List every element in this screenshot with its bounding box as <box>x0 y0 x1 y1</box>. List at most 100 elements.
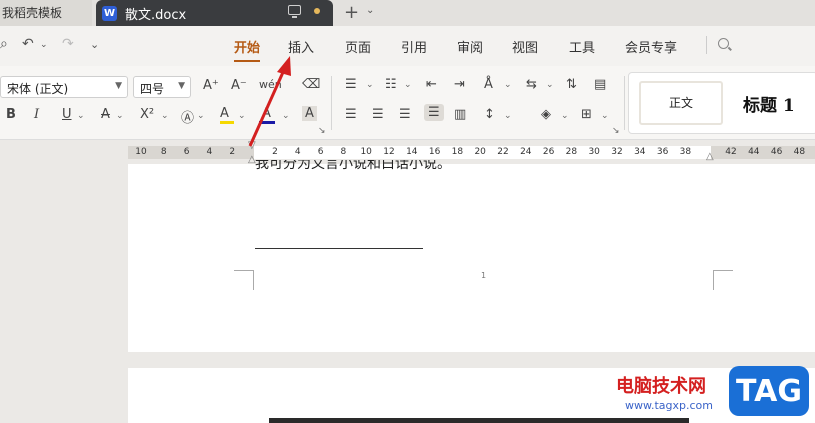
text-effect-icon[interactable]: Ⓐ <box>181 107 194 126</box>
ruler-number: 44 <box>748 147 760 157</box>
ruler-number: 10 <box>135 147 147 157</box>
increase-indent-icon[interactable]: ⇥ <box>454 77 465 92</box>
paragraph-dialog-launcher-icon[interactable]: ↘ <box>612 126 620 136</box>
show-marks-icon[interactable]: ▤ <box>594 77 606 92</box>
ruler-number: 6 <box>317 147 324 157</box>
decrease-indent-icon[interactable]: ⇤ <box>426 77 437 92</box>
ribbon-tab-row: ⌕ ↶ ⌄ ↷ ⌄ 开始 插入 页面 引用 审阅 视图 工具 会员专享 <box>0 26 815 66</box>
ruler-number: 2 <box>229 147 236 157</box>
style-gallery: 正文 标题 1 <box>628 72 815 134</box>
borders-chevron-icon[interactable]: ⌄ <box>601 111 609 121</box>
highlight-icon[interactable]: A <box>220 106 229 121</box>
font-name-select[interactable]: 宋体 (正文) ▼ <box>0 76 128 98</box>
ruler-number: 10 <box>360 147 372 157</box>
font-color-bar <box>259 121 275 124</box>
tab-insert[interactable]: 插入 <box>288 37 314 56</box>
font-size-value: 四号 <box>140 82 165 96</box>
tab-document-title: 散文.docx <box>125 7 187 23</box>
font-dialog-launcher-icon[interactable]: ↘ <box>318 126 326 136</box>
clear-format-icon[interactable]: ⌫ <box>302 77 320 92</box>
undo-chevron-icon[interactable]: ⌄ <box>40 40 48 50</box>
numbered-list-icon[interactable]: ☷ <box>385 77 397 92</box>
highlight-chevron-icon[interactable]: ⌄ <box>238 111 246 121</box>
borders-icon[interactable]: ⊞ <box>581 107 592 122</box>
text-direction-icon[interactable]: ⇆ <box>526 77 537 92</box>
ruler-number: 32 <box>611 147 623 157</box>
ruler-number: 34 <box>634 147 646 157</box>
tab-review[interactable]: 审阅 <box>457 37 483 56</box>
superscript-button[interactable]: X² <box>140 107 154 122</box>
font-size-select[interactable]: 四号 ▼ <box>133 76 191 98</box>
numbered-list-chevron-icon[interactable]: ⌄ <box>404 80 412 90</box>
font-color-icon[interactable]: A <box>262 106 271 121</box>
sort-icon[interactable]: ⇅ <box>566 77 577 92</box>
char-shading-icon[interactable]: A <box>302 106 317 121</box>
chevron-down-icon: ▼ <box>115 81 122 91</box>
ruler-number: 4 <box>294 147 301 157</box>
undo-icon[interactable]: ↶ <box>22 36 34 52</box>
active-tab-underline <box>234 60 260 62</box>
justify-icon[interactable]: ☰ <box>424 104 444 121</box>
tab-tools[interactable]: 工具 <box>569 37 595 56</box>
shading-chevron-icon[interactable]: ⌄ <box>561 111 569 121</box>
new-tab-plus-icon[interactable]: + <box>344 2 359 23</box>
shading-icon[interactable]: ◈ <box>541 107 551 122</box>
right-indent-marker-icon[interactable]: △ <box>706 151 714 162</box>
tab-home[interactable]: 开始 <box>234 37 260 56</box>
tab-view[interactable]: 视图 <box>512 37 538 56</box>
increase-font-size-icon[interactable]: A⁺ <box>203 78 219 93</box>
tab-references[interactable]: 引用 <box>401 37 427 56</box>
tab-page[interactable]: 页面 <box>345 37 371 56</box>
divider <box>624 76 625 130</box>
strikethrough-button[interactable]: A <box>101 107 110 122</box>
align-right-icon[interactable]: ☰ <box>399 107 411 122</box>
style-normal[interactable]: 正文 <box>639 81 723 125</box>
ruler-number: 6 <box>183 147 190 157</box>
phonetic-guide-icon[interactable]: wén <box>259 78 282 91</box>
superscript-chevron-icon[interactable]: ⌄ <box>161 111 169 121</box>
footnote-separator <box>255 248 423 249</box>
distributed-align-icon[interactable]: ▥ <box>454 107 466 122</box>
body-text: 我可分为文言小说和白话小说。 <box>255 160 451 172</box>
style-heading-1[interactable]: 标题 1 <box>743 91 795 116</box>
change-case-icon[interactable]: Å <box>484 77 493 92</box>
text-effect-chevron-icon[interactable]: ⌄ <box>197 111 205 121</box>
tab-member[interactable]: 会员专享 <box>625 37 677 56</box>
underline-chevron-icon[interactable]: ⌄ <box>77 111 85 121</box>
ruler-number: 8 <box>340 147 347 157</box>
underline-button[interactable]: U <box>62 107 72 122</box>
text-direction-chevron-icon[interactable]: ⌄ <box>546 80 554 90</box>
print-preview-icon[interactable]: ⌕ <box>0 36 8 52</box>
ruler-number: 2 <box>272 147 278 157</box>
image-block <box>269 418 689 423</box>
bold-button[interactable]: B <box>6 107 16 122</box>
chevron-down-icon: ▼ <box>178 81 185 91</box>
font-color-chevron-icon[interactable]: ⌄ <box>282 111 290 121</box>
tab-document[interactable]: W 散文.docx <box>96 0 333 26</box>
ruler-number: 24 <box>520 147 532 157</box>
new-tab-chevron-down-icon[interactable]: ⌄ <box>366 5 374 16</box>
bullet-list-icon[interactable]: ☰ <box>345 77 357 92</box>
search-icon[interactable] <box>718 38 729 49</box>
monitor-icon[interactable] <box>288 5 301 18</box>
unsaved-dot-icon <box>314 8 320 14</box>
line-spacing-icon[interactable]: ↕ <box>484 107 495 122</box>
title-tab-bar: 我稻壳模板 W 散文.docx + ⌄ <box>0 0 815 26</box>
bullet-list-chevron-icon[interactable]: ⌄ <box>366 80 374 90</box>
ruler-number: 28 <box>565 147 578 157</box>
italic-button[interactable]: I <box>34 107 39 122</box>
tab-template-store[interactable]: 我稻壳模板 <box>0 0 92 26</box>
quick-access-chevron-icon[interactable]: ⌄ <box>90 38 99 51</box>
redo-icon[interactable]: ↷ <box>62 36 74 52</box>
line-spacing-chevron-icon[interactable]: ⌄ <box>504 111 512 121</box>
align-center-icon[interactable]: ☰ <box>372 107 384 122</box>
watermark-text: 电脑技术网 <box>616 376 706 397</box>
document-page-2[interactable] <box>128 368 815 423</box>
align-left-icon[interactable]: ☰ <box>345 107 357 122</box>
decrease-font-size-icon[interactable]: A⁻ <box>231 78 247 93</box>
first-line-indent-marker-icon[interactable]: ▽ <box>248 140 256 151</box>
highlight-color-bar <box>220 121 234 124</box>
document-page-1[interactable]: 我可分为文言小说和白话小说。 1 <box>128 160 815 352</box>
strikethrough-chevron-icon[interactable]: ⌄ <box>116 111 124 121</box>
change-case-chevron-icon[interactable]: ⌄ <box>504 80 512 90</box>
